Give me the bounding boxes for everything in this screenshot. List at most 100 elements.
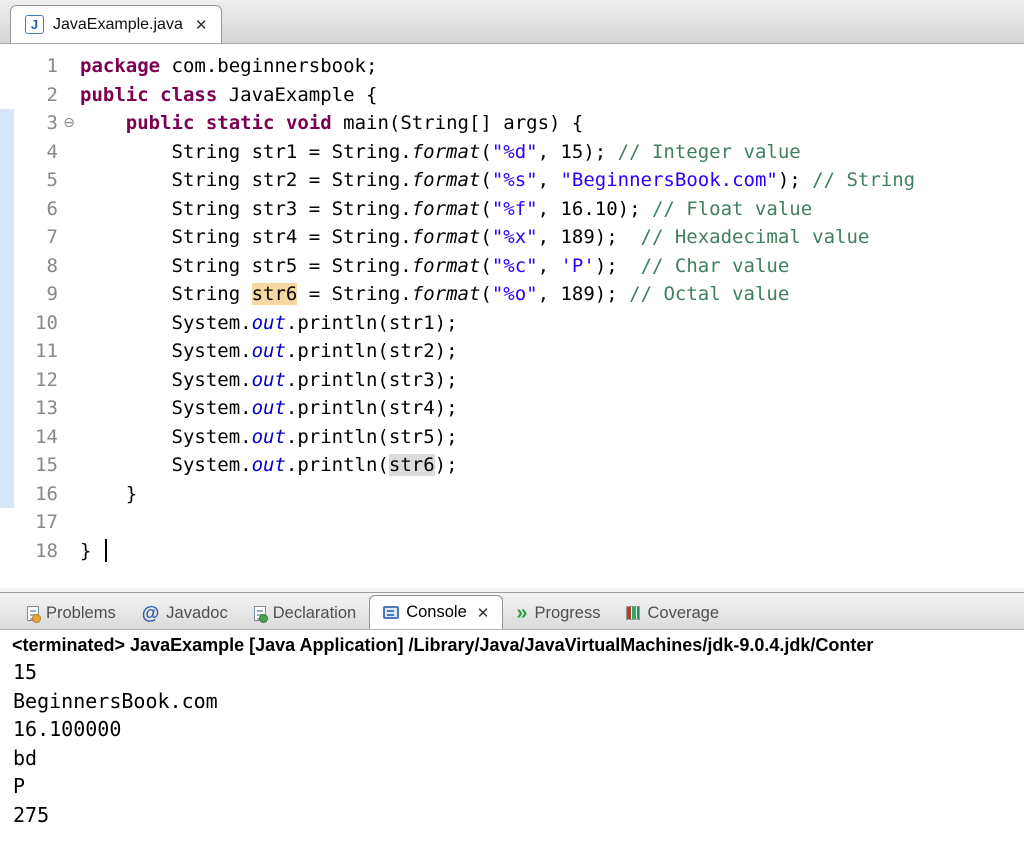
code-text: } xyxy=(80,537,107,566)
code-token: format xyxy=(412,141,481,163)
code-text: String str6 = String.format("%o", 189); … xyxy=(80,280,789,309)
line-number[interactable]: 2 xyxy=(14,81,58,110)
code-line[interactable]: 9 String str6 = String.format("%o", 189)… xyxy=(0,280,1024,309)
console-output-line: P xyxy=(13,772,1024,801)
console-panel-tab-coverage[interactable]: Coverage xyxy=(613,597,732,629)
line-number[interactable]: 17 xyxy=(14,508,58,537)
fold-column xyxy=(58,52,80,81)
code-line[interactable]: 17 xyxy=(0,508,1024,537)
console-panel-tab-console[interactable]: Console✕ xyxy=(369,595,503,629)
code-text: public static void main(String[] args) { xyxy=(80,109,583,138)
console-output-line: 16.100000 xyxy=(13,715,1024,744)
close-console-tab-icon[interactable]: ✕ xyxy=(477,604,490,622)
code-token: JavaExample { xyxy=(217,84,377,106)
fold-column xyxy=(58,451,80,480)
range-indicator xyxy=(0,537,14,566)
occurrence-highlight: str6 xyxy=(389,454,435,476)
code-line[interactable]: 14 System.out.println(str5); xyxy=(0,423,1024,452)
code-token: // String xyxy=(812,169,915,191)
code-token: String str3 = String. xyxy=(80,198,412,220)
tab-label: Javadoc xyxy=(166,604,227,623)
range-indicator xyxy=(0,309,14,338)
code-editor[interactable]: 1package com.beginnersbook;2 public class… xyxy=(0,44,1024,588)
code-line[interactable]: 8 String str5 = String.format("%c", 'P')… xyxy=(0,252,1024,281)
code-token: "%o" xyxy=(492,283,538,305)
line-number[interactable]: 4 xyxy=(14,138,58,167)
code-line[interactable]: 2 public class JavaExample { xyxy=(0,81,1024,110)
line-number[interactable]: 11 xyxy=(14,337,58,366)
fold-marker-icon[interactable]: ⊖ xyxy=(58,109,80,138)
console-output-line: bd xyxy=(13,744,1024,773)
code-line[interactable]: 3⊖ public static void main(String[] args… xyxy=(0,109,1024,138)
code-line[interactable]: 7 String str4 = String.format("%x", 189)… xyxy=(0,223,1024,252)
code-line[interactable]: 5 String str2 = String.format("%s", "Beg… xyxy=(0,166,1024,195)
code-line[interactable]: 12 System.out.println(str3); xyxy=(0,366,1024,395)
code-line[interactable]: 15 System.out.println(str6); xyxy=(0,451,1024,480)
code-line[interactable]: 11 System.out.println(str2); xyxy=(0,337,1024,366)
console-output-line: BeginnersBook.com xyxy=(13,687,1024,716)
console-tab-bar: Problems@Javadoc Declaration Console✕»Prog… xyxy=(0,592,1024,630)
code-token: // Float value xyxy=(652,198,812,220)
fold-column xyxy=(58,366,80,395)
line-number[interactable]: 16 xyxy=(14,480,58,509)
code-line[interactable]: 1package com.beginnersbook; xyxy=(0,52,1024,81)
range-indicator xyxy=(0,280,14,309)
code-text: System.out.println(str1); xyxy=(80,309,458,338)
console-panel-tab-problems[interactable]: Problems xyxy=(14,597,129,629)
code-token: "%x" xyxy=(492,226,538,248)
line-number[interactable]: 1 xyxy=(14,52,58,81)
code-text: String str3 = String.format("%f", 16.10)… xyxy=(80,195,812,224)
code-token: .println( xyxy=(286,454,389,476)
code-line[interactable]: 13 System.out.println(str4); xyxy=(0,394,1024,423)
range-indicator xyxy=(0,81,14,110)
editor-tab-javaexample[interactable]: J JavaExample.java ✕ xyxy=(10,5,222,43)
line-number[interactable]: 15 xyxy=(14,451,58,480)
progress-icon: » xyxy=(516,606,527,620)
line-number[interactable]: 13 xyxy=(14,394,58,423)
editor-tab-bar: J JavaExample.java ✕ xyxy=(0,0,1024,44)
code-token: com.beginnersbook; xyxy=(160,55,377,77)
code-line[interactable]: 16 } xyxy=(0,480,1024,509)
code-text: System.out.println(str5); xyxy=(80,423,458,452)
console-panel-tab-javadoc[interactable]: @Javadoc xyxy=(129,597,241,629)
code-line[interactable]: 18} xyxy=(0,537,1024,566)
console-view[interactable]: <terminated> JavaExample [Java Applicati… xyxy=(0,630,1024,855)
line-number[interactable]: 14 xyxy=(14,423,58,452)
code-token: "%s" xyxy=(492,169,538,191)
code-line[interactable]: 10 System.out.println(str1); xyxy=(0,309,1024,338)
close-tab-icon[interactable]: ✕ xyxy=(195,16,208,34)
line-number[interactable]: 12 xyxy=(14,366,58,395)
code-token: ( xyxy=(480,255,491,277)
line-number[interactable]: 8 xyxy=(14,252,58,281)
code-text: public class JavaExample { xyxy=(80,81,377,110)
code-token: String xyxy=(80,283,252,305)
code-line[interactable]: 4 String str1 = String.format("%d", 15);… xyxy=(0,138,1024,167)
line-number[interactable]: 5 xyxy=(14,166,58,195)
code-text: System.out.println(str2); xyxy=(80,337,458,366)
line-number[interactable]: 9 xyxy=(14,280,58,309)
fold-column xyxy=(58,138,80,167)
fold-column xyxy=(58,537,80,566)
code-token: } xyxy=(80,483,137,505)
line-number[interactable]: 18 xyxy=(14,537,58,566)
console-panel-tab-declaration[interactable]: Declaration xyxy=(241,597,369,629)
line-number[interactable]: 10 xyxy=(14,309,58,338)
line-number[interactable]: 6 xyxy=(14,195,58,224)
console-panel-tab-progress[interactable]: »Progress xyxy=(503,597,613,629)
code-token: ( xyxy=(480,198,491,220)
code-line[interactable]: 6 String str3 = String.format("%f", 16.1… xyxy=(0,195,1024,224)
line-number[interactable]: 3 xyxy=(14,109,58,138)
code-token: static xyxy=(206,112,275,134)
range-indicator xyxy=(0,394,14,423)
code-token: , 15); xyxy=(538,141,618,163)
code-token: out xyxy=(252,369,286,391)
line-number[interactable]: 7 xyxy=(14,223,58,252)
editor-tab-title: JavaExample.java xyxy=(53,16,183,34)
tab-label: Declaration xyxy=(273,604,356,623)
range-indicator xyxy=(0,480,14,509)
code-token: main(String[] args) { xyxy=(332,112,584,134)
coverage-icon xyxy=(626,606,640,620)
code-token: String str4 = String. xyxy=(80,226,412,248)
code-token: ( xyxy=(480,283,491,305)
fold-column xyxy=(58,223,80,252)
